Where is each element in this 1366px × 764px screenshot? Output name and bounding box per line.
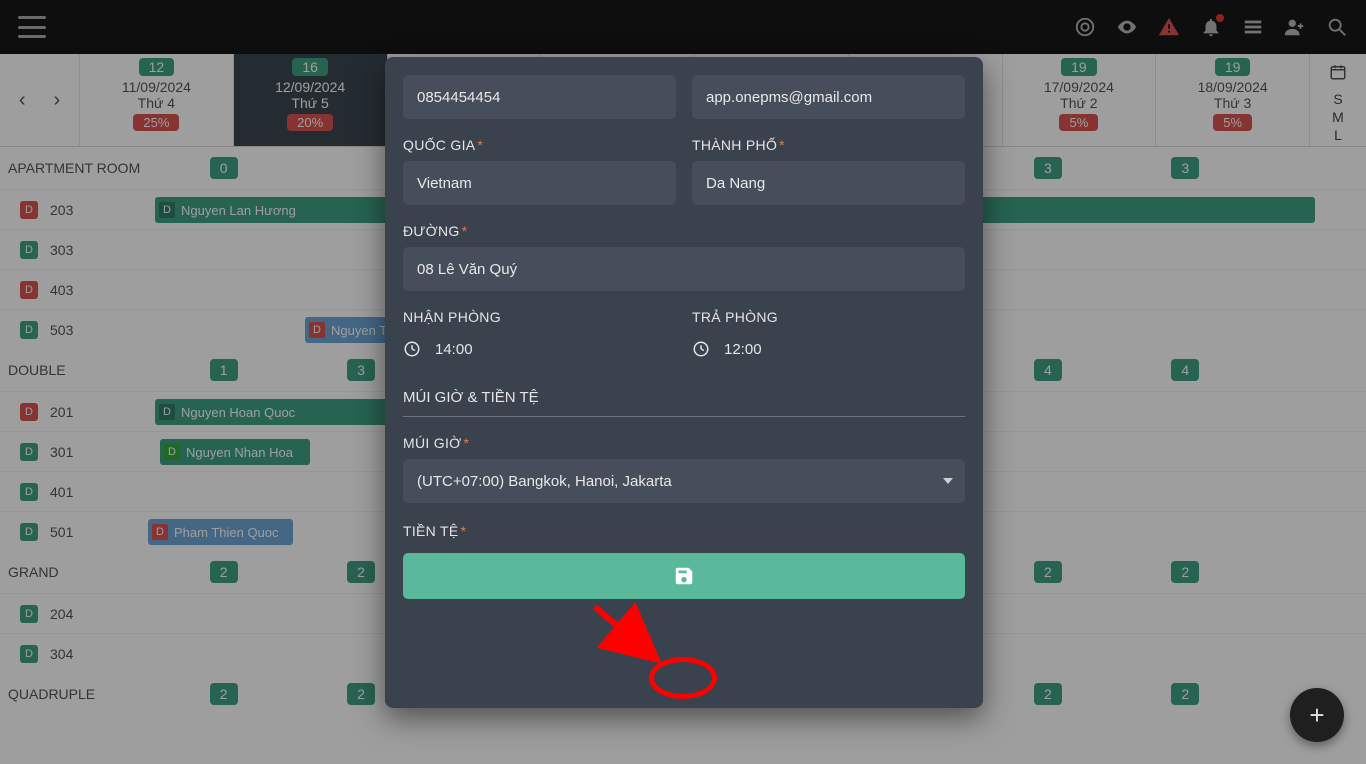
checkout-value: 12:00 [724,341,762,358]
checkout-time[interactable]: 12:00 [692,333,965,365]
checkin-value: 14:00 [435,341,473,358]
chevron-down-icon [943,478,953,484]
street-input[interactable] [403,247,965,291]
city-label: THÀNH PHỐ* [692,137,965,153]
timezone-label: MÚI GIỜ* [403,435,965,451]
tz-currency-section-title: MÚI GIỜ & TIỀN TỆ [403,389,965,417]
save-button[interactable] [403,553,965,599]
settings-modal: QUỐC GIA* THÀNH PHỐ* ĐƯỜNG* NHẬN PHÒNG 1… [385,57,983,708]
currency-label: TIỀN TỆ* [403,523,965,539]
country-label: QUỐC GIA* [403,137,676,153]
clock-icon [692,340,710,358]
save-icon [673,565,695,587]
timezone-select[interactable] [403,459,965,503]
checkin-label: NHẬN PHÒNG [403,309,676,325]
add-fab[interactable]: + [1290,688,1344,742]
street-label: ĐƯỜNG* [403,223,965,239]
checkout-label: TRẢ PHÒNG [692,309,965,325]
clock-icon [403,340,421,358]
phone-input[interactable] [403,75,676,119]
checkin-time[interactable]: 14:00 [403,333,676,365]
country-input[interactable] [403,161,676,205]
email-input[interactable] [692,75,965,119]
city-input[interactable] [692,161,965,205]
